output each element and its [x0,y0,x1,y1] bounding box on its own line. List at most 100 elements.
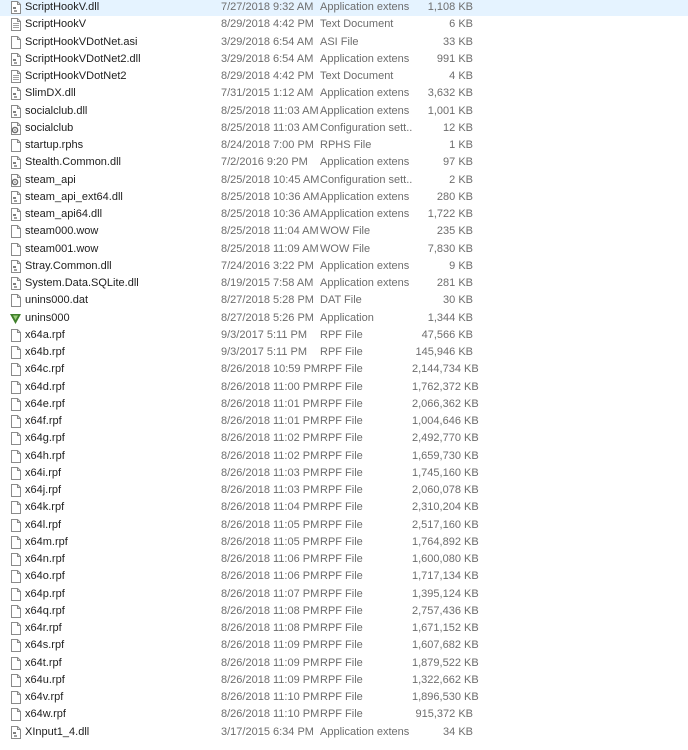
file-type: ASI File [320,35,359,48]
file-row[interactable]: x64t.rpf 8/26/2018 11:09 PM RPF File 1,879,… [0,655,688,672]
file-row[interactable]: x64s.rpf 8/26/2018 11:09 PM RPF File 1,607,… [0,637,688,654]
file-row[interactable]: x64d.rpf 8/26/2018 11:00 PM RPF File 1,762,… [0,379,688,396]
file-type: RPF File [320,466,363,479]
file-row[interactable]: x64r.rpf 8/26/2018 11:08 PM RPF File 1,671,… [0,620,688,637]
file-row[interactable]: x64e.rpf 8/26/2018 11:01 PM RPF File 2,066,… [0,396,688,413]
file-name: x64k.rpf [25,501,65,514]
dll-file-icon [9,52,22,66]
file-date-modified: 9/3/2017 5:11 PM [221,328,308,341]
file-date-modified: 8/26/2018 11:07 PM [221,587,320,600]
file-row[interactable]: Stray.Common.dll 7/24/2016 3:22 PM Applica… [0,258,688,275]
file-date-modified: 8/25/2018 10:45 AM [221,173,320,186]
file-type: RPF File [320,622,363,634]
file-type: Configuration sett... [320,173,412,186]
file-row[interactable]: x64a.rpf 9/3/2017 5:11 PM RPF File 47,566 K… [0,327,688,344]
file-row[interactable]: x64b.rpf 9/3/2017 5:11 PM RPF File 145,946 … [0,344,688,361]
generic-file-icon [9,518,22,532]
file-name: x64h.rpf [25,449,65,462]
file-type: Text Document [320,70,394,82]
file-row[interactable]: ScriptHookVDotNet.asi 3/29/2018 6:54 AM AS… [0,34,688,51]
file-row[interactable]: x64m.rpf 8/26/2018 11:05 PM RPF File 1,764,… [0,534,688,551]
file-row[interactable]: steam001.wow 8/25/2018 11:09 AM WOW File 7,… [0,241,688,258]
file-name: steam000.wow [25,225,99,238]
file-row[interactable]: x64q.rpf 8/26/2018 11:08 PM RPF File 2,757,… [0,603,688,620]
file-row[interactable]: x64o.rpf 8/26/2018 11:06 PM RPF File 1,717,… [0,568,688,585]
file-row[interactable]: socialclub 8/25/2018 11:03 AM Configuratio… [0,120,688,137]
file-type: RPF File [320,432,363,445]
file-row[interactable]: x64l.rpf 8/26/2018 11:05 PM RPF File 2,517,… [0,517,688,534]
file-row[interactable]: ScriptHookV 8/29/2018 4:42 PM Text Documen… [0,16,688,33]
file-size: 145,946 KB [415,346,474,358]
file-size: 30 KB [443,294,473,307]
file-name: socialclub.dll [25,104,88,117]
file-row[interactable]: socialclub.dll 8/25/2018 11:03 AM Applicat… [0,103,688,120]
dll-file-icon [9,1,22,14]
file-size: 2,310,204 KB [412,501,479,514]
file-row[interactable]: startup.rphs 8/24/2018 7:00 PM RPHS File 1 … [0,137,688,154]
file-type: RPF File [320,380,363,393]
file-size: 2,757,436 KB [412,604,479,617]
file-date-modified: 8/25/2018 10:36 AM [221,190,320,203]
file-row[interactable]: x64v.rpf 8/26/2018 11:10 PM RPF File 1,896,… [0,689,688,706]
generic-file-icon [9,656,22,670]
file-row[interactable]: x64g.rpf 8/26/2018 11:02 PM RPF File 2,492,… [0,430,688,447]
file-date-modified: 8/26/2018 11:02 PM [221,449,320,462]
file-row[interactable]: x64w.rpf 8/26/2018 11:10 PM RPF File 915,37… [0,706,688,723]
file-row[interactable]: x64k.rpf 8/26/2018 11:04 PM RPF File 2,310,… [0,499,688,516]
file-row[interactable]: unins000.dat 8/27/2018 5:28 PM DAT File 30 … [0,292,688,309]
file-row[interactable]: x64c.rpf 8/26/2018 10:59 PM RPF File 2,144,… [0,361,688,378]
file-size: 1 KB [449,139,473,151]
file-name: x64n.rpf [25,553,65,565]
file-date-modified: 8/25/2018 11:03 AM [221,121,319,134]
file-row[interactable]: x64n.rpf 8/26/2018 11:06 PM RPF File 1,600,… [0,551,688,568]
generic-file-icon [9,673,22,687]
file-row[interactable]: steam_api_ext64.dll 8/25/2018 10:36 AM App… [0,189,688,206]
file-type: RPF File [320,639,363,652]
file-name: x64s.rpf [25,639,65,652]
file-row[interactable]: Stealth.Common.dll 7/2/2016 9:20 PM Applic… [0,154,688,171]
file-type: RPF File [320,449,363,462]
file-type: RPF File [320,673,363,686]
file-size: 9 KB [449,259,473,272]
file-date-modified: 7/31/2015 1:12 AM [221,87,314,100]
file-type: Text Document [320,18,394,31]
file-row[interactable]: steam_api 8/25/2018 10:45 AM Configuration… [0,172,688,189]
file-row[interactable]: x64u.rpf 8/26/2018 11:09 PM RPF File 1,322,… [0,672,688,689]
file-row[interactable]: steam000.wow 8/25/2018 11:04 AM WOW File 23… [0,223,688,240]
file-date-modified: 7/27/2018 9:32 AM [221,1,314,13]
file-row[interactable]: ScriptHookVDotNet2 8/29/2018 4:42 PM Text … [0,68,688,85]
file-size: 1,600,080 KB [412,553,479,565]
file-row[interactable]: System.Data.SQLite.dll 8/19/2015 7:58 AM A… [0,275,688,292]
file-row[interactable]: x64j.rpf 8/26/2018 11:03 PM RPF File 2,060,… [0,482,688,499]
file-date-modified: 8/29/2018 4:42 PM [221,18,314,31]
file-row[interactable]: x64h.rpf 8/26/2018 11:02 PM RPF File 1,659,… [0,448,688,465]
file-row[interactable]: XInput1_4.dll 3/17/2015 6:34 PM Applicatio… [0,724,688,741]
generic-file-icon [9,570,22,584]
file-type: Application [320,311,374,324]
file-size: 1,395,124 KB [412,587,479,600]
file-row[interactable]: x64f.rpf 8/26/2018 11:01 PM RPF File 1,004,… [0,413,688,430]
file-type: RPF File [320,328,363,341]
file-type: Application extens [320,259,410,272]
file-row[interactable]: steam_api64.dll 8/25/2018 10:36 AM Applica… [0,206,688,223]
file-row[interactable]: x64p.rpf 8/26/2018 11:07 PM RPF File 1,395,… [0,586,688,603]
file-size: 1,762,372 KB [412,380,479,393]
file-size: 47,566 KB [421,328,473,341]
file-row[interactable]: ScriptHookVDotNet2.dll 3/29/2018 6:54 AM A… [0,51,688,68]
file-row[interactable]: x64i.rpf 8/26/2018 11:03 PM RPF File 1,745,… [0,465,688,482]
file-row[interactable]: unins000 8/27/2018 5:26 PM Application 1,34… [0,310,688,327]
generic-file-icon [9,604,22,618]
file-size: 1,764,892 KB [412,535,479,548]
dll-file-icon [9,277,22,290]
file-type: WOW File [320,242,371,255]
file-size: 33 KB [443,35,473,48]
file-row[interactable]: SlimDX.dll 7/31/2015 1:12 AM Application e… [0,85,688,102]
file-size: 3,632 KB [427,87,473,100]
file-size: 2,144,734 KB [412,363,479,376]
file-date-modified: 3/29/2018 6:54 AM [221,52,314,65]
file-name: x64p.rpf [25,587,65,600]
file-size: 1,004,646 KB [412,415,479,427]
file-row[interactable]: ScriptHookV.dll 7/27/2018 9:32 AM Applicat… [0,0,688,17]
file-type: RPF File [320,656,363,669]
file-date-modified: 8/27/2018 5:26 PM [221,311,314,324]
